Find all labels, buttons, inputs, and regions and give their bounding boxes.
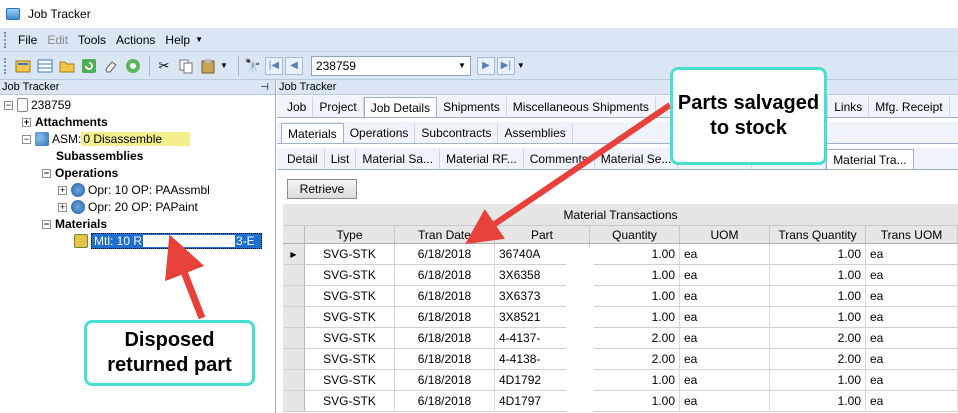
disposed-arrow (165, 234, 206, 320)
parts-arrow (465, 102, 672, 245)
disposed-callout-text: Disposed returned part (107, 329, 232, 376)
disposed-callout: Disposed returned part (84, 320, 255, 386)
parts-callout-text: Parts salvaged to stock (677, 92, 820, 139)
parts-callout: Parts salvaged to stock (670, 67, 827, 165)
